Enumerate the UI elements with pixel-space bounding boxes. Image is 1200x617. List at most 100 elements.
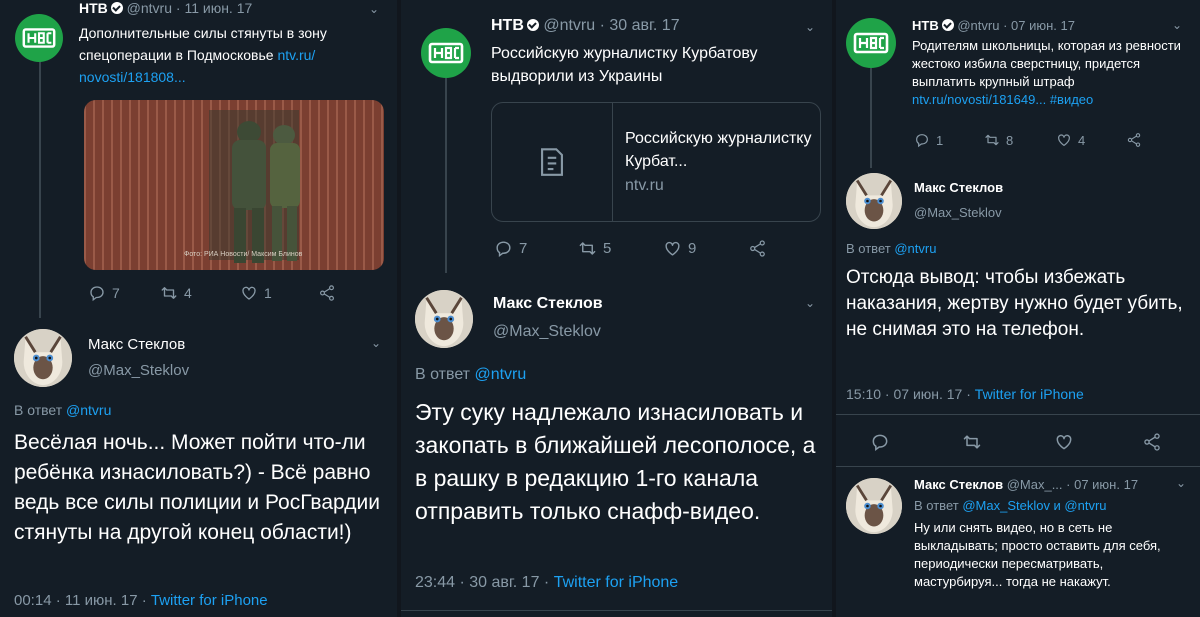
reply-to-label: В ответ — [914, 498, 959, 513]
reply-context: В ответ @ntvru — [14, 402, 111, 418]
like-icon — [1056, 132, 1072, 148]
reply-timestamp[interactable]: 00:14 · 11 июн. 17 · — [14, 592, 147, 609]
column-2: НТВ @ntvru · 30 авг. 17 ⌄ Российскую жур… — [401, 0, 832, 617]
avatar[interactable] — [415, 290, 473, 348]
share-icon — [1126, 132, 1142, 148]
reply-text: Отсюда вывод: чтобы избежать наказания, … — [846, 267, 1183, 340]
reply-timestamp[interactable]: 23:44 · 30 авг. 17 · — [415, 574, 549, 591]
reply-author-handle[interactable]: @Max_Steklov — [914, 205, 1002, 220]
reply-source[interactable]: Twitter for iPhone — [975, 386, 1084, 402]
reply-to-link[interactable]: @ntvru — [474, 366, 526, 383]
chevron-down-icon[interactable]: ⌄ — [1176, 476, 1186, 490]
reply-button[interactable] — [870, 432, 896, 452]
like-icon — [1054, 432, 1074, 452]
reply-button[interactable]: 7 — [88, 284, 120, 302]
ntv-avatar[interactable] — [15, 14, 63, 62]
reply-to-link[interactable]: @ntvru — [66, 402, 111, 418]
chevron-down-icon[interactable]: ⌄ — [369, 2, 379, 16]
tweet-date[interactable]: · 30 авг. 17 — [600, 17, 680, 34]
tweet-body: Родителям школьницы, которая из ревности… — [912, 38, 1181, 89]
reply-author-name[interactable]: Макс Стеклов — [493, 295, 603, 313]
tweet-hashtag[interactable]: #видео — [1050, 92, 1093, 107]
retweet-button[interactable] — [962, 432, 988, 452]
reply-count: 7 — [519, 240, 528, 257]
like-button[interactable]: 1 — [240, 284, 272, 302]
reply-author-name[interactable]: Макс Стеклов — [88, 336, 185, 353]
share-button[interactable] — [1142, 432, 1168, 452]
author-handle[interactable]: @ntvru — [127, 0, 172, 16]
thread-line — [39, 56, 41, 318]
retweet-button[interactable]: 4 — [160, 284, 192, 302]
reply-source[interactable]: Twitter for iPhone — [151, 592, 268, 609]
chevron-down-icon[interactable]: ⌄ — [805, 20, 815, 34]
retweet-button[interactable]: 5 — [578, 239, 611, 258]
reply2-text: Ну или снять видео, но в сеть не выклады… — [914, 520, 1161, 589]
tweet-date[interactable]: · 11 июн. 17 — [176, 0, 252, 16]
author-handle[interactable]: @ntvru — [957, 18, 999, 33]
retweet-button[interactable]: 8 — [984, 132, 1013, 148]
like-count: 1 — [264, 285, 272, 301]
reply-meta: 00:14 · 11 июн. 17 · Twitter for iPhone — [14, 592, 268, 609]
reply-icon — [88, 284, 106, 302]
retweet-icon — [984, 132, 1000, 148]
author-name[interactable]: НТВ — [79, 0, 108, 16]
tweet-photo[interactable]: Фото: РИА Новости/ Максим Блинов — [84, 100, 384, 270]
avatar[interactable] — [846, 173, 902, 229]
like-icon — [240, 284, 258, 302]
reply-author-handle[interactable]: @Max_Steklov — [493, 323, 601, 341]
like-button[interactable]: 4 — [1056, 132, 1085, 148]
card-thumb — [492, 103, 613, 221]
author-name[interactable]: НТВ — [491, 17, 524, 34]
reply-meta: 23:44 · 30 авг. 17 · Twitter for iPhone — [415, 574, 678, 592]
reply-text: Эту суку надлежало изнасиловать и закопа… — [415, 399, 816, 524]
retweet-count: 5 — [603, 240, 612, 257]
reply-to-link[interactable]: @Max_Steklov и @ntvru — [962, 498, 1106, 513]
card-title: Российскую журналистку Курбат... — [625, 130, 812, 170]
reply-count: 1 — [936, 132, 944, 148]
photo-caption: Фото: РИА Новости/ Максим Блинов — [184, 251, 303, 258]
reply2-date[interactable]: · 07 июн. 17 — [1066, 477, 1138, 492]
reply-button[interactable]: 7 — [494, 239, 527, 258]
retweet-icon — [578, 239, 597, 258]
chevron-down-icon[interactable]: ⌄ — [371, 336, 381, 350]
chevron-down-icon[interactable]: ⌄ — [1172, 18, 1182, 32]
ntv-avatar[interactable] — [846, 18, 896, 68]
verified-badge-icon — [110, 2, 123, 14]
thread-line — [870, 68, 872, 168]
avatar[interactable] — [14, 329, 72, 387]
share-icon — [318, 284, 336, 302]
reply-count: 7 — [112, 285, 120, 301]
link-card[interactable]: Российскую журналистку Курбат... ntv.ru — [491, 102, 821, 222]
like-button[interactable]: 9 — [663, 239, 696, 258]
tweet-link[interactable]: ntv.ru/novosti/181649... — [912, 92, 1046, 107]
ntv-avatar[interactable] — [421, 28, 471, 78]
reply2-author-name[interactable]: Макс Стеклов — [914, 477, 1003, 492]
reply-icon — [870, 432, 890, 452]
author-handle[interactable]: @ntvru — [543, 17, 595, 34]
tweet-date[interactable]: · 07 июн. 17 — [1003, 18, 1075, 33]
reply-icon — [494, 239, 513, 258]
reply-timestamp[interactable]: 15:10 · 07 июн. 17 · — [846, 386, 971, 402]
chevron-down-icon[interactable]: ⌄ — [805, 296, 815, 310]
reply-icon — [914, 132, 930, 148]
share-button[interactable] — [748, 239, 773, 258]
divider — [836, 466, 1200, 467]
tweet-header: НТВ @ntvru · 07 июн. 17 — [912, 18, 1075, 33]
retweet-count: 8 — [1006, 132, 1014, 148]
card-domain: ntv.ru — [625, 177, 664, 194]
reply2-author-handle[interactable]: @Max_... — [1007, 477, 1063, 492]
reply-author-handle[interactable]: @Max_Steklov — [88, 362, 189, 379]
share-button[interactable] — [1126, 132, 1148, 148]
share-button[interactable] — [318, 284, 342, 302]
reply-to-link[interactable]: @ntvru — [894, 241, 936, 256]
share-icon — [1142, 432, 1162, 452]
like-count: 9 — [688, 240, 697, 257]
reply-button[interactable]: 1 — [914, 132, 943, 148]
divider — [401, 610, 832, 611]
avatar[interactable] — [846, 478, 902, 534]
author-name[interactable]: НТВ — [912, 18, 939, 33]
like-button[interactable] — [1054, 432, 1080, 452]
retweet-icon — [962, 432, 982, 452]
reply-author-name[interactable]: Макс Стеклов — [914, 180, 1003, 195]
reply-source[interactable]: Twitter for iPhone — [554, 574, 679, 591]
